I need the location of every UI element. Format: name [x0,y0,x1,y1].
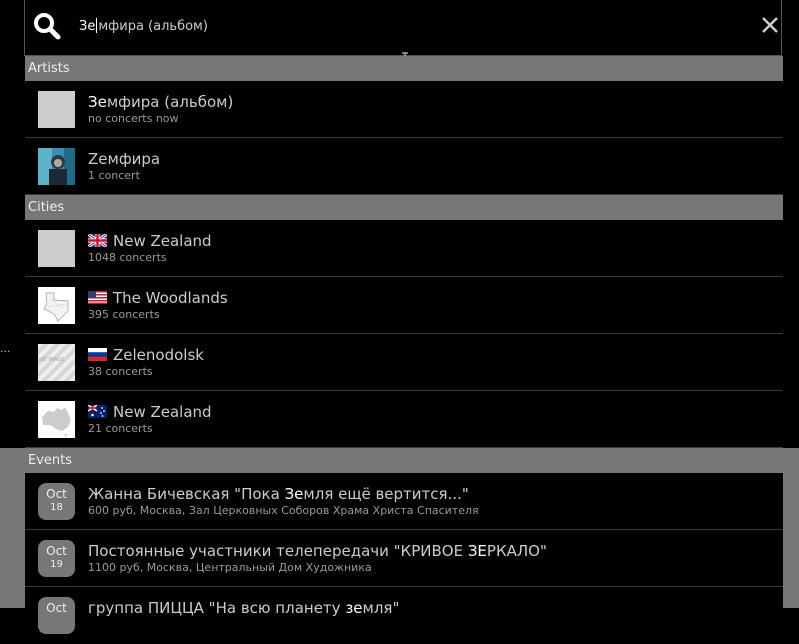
search-results-panel: Зе мфира (альбом) Artists Земфира (альбом… [24,0,783,634]
city-name: New Zealand [88,403,212,421]
city-row[interactable]: The Woodlands 395 concerts [25,277,783,334]
event-row[interactable]: Oct 18 Жанна Бичевская "Пока Земля ещё в… [25,473,783,530]
artist-concert-count: no concerts now [88,112,179,125]
texas-map-thumbnail [38,287,75,324]
section-header-events: Events [25,448,783,473]
artist-row[interactable]: Земфира (альбом) no concerts now [25,81,783,138]
ru-flag-icon [88,348,107,361]
search-icon[interactable] [33,12,61,40]
search-autocomplete-text: мфира (альбом) [98,19,208,34]
artist-thumbnail-placeholder [38,91,75,128]
event-title: Постоянные участники телепередачи "КРИВО… [88,542,547,560]
event-row[interactable]: Oct 19 Постоянные участники телепередачи… [25,530,783,587]
search-input[interactable]: Зе мфира (альбом) [79,18,208,34]
event-title: Жанна Бичевская "Пока Земля ещё вертится… [88,485,469,503]
close-icon[interactable] [759,14,781,36]
event-title: группа ПИЦЦА "На всю планету земля" [88,599,400,617]
event-details: 1100 руб, Москва, Центральный Дом Художн… [88,561,372,574]
background-glyph: ··· [0,345,11,358]
city-concert-count: 1048 concerts [88,251,167,264]
event-row[interactable]: Oct группа ПИЦЦА "На всю планету земля" [25,587,783,644]
artist-photo [38,148,75,185]
no-image-thumbnail: NO IMAGE [38,344,75,381]
section-header-cities: Cities [25,195,783,220]
australia-map-thumbnail [38,401,75,438]
search-typed-text: Зе [79,19,96,34]
page-backdrop-right [783,0,799,448]
city-name: New Zealand [88,232,212,250]
event-date-badge: Oct [38,597,75,634]
artist-row[interactable]: Zeмфира 1 concert [25,138,783,195]
city-row[interactable]: New Zealand 21 concerts [25,391,783,448]
city-name: The Woodlands [88,289,228,307]
city-row[interactable]: NO IMAGE Zelenodolsk 38 concerts [25,334,783,391]
no-image-label: NO IMAGE [39,357,65,363]
section-header-artists: Artists [25,56,783,81]
event-date-badge: Oct 19 [38,540,75,577]
city-name: Zelenodolsk [88,346,204,364]
event-details: 600 руб, Москва, Зал Церковных Соборов Х… [88,504,479,517]
event-date-badge: Oct 18 [38,483,75,520]
city-thumbnail-placeholder [38,230,75,267]
us-flag-icon [88,291,107,304]
artist-name: Земфира (альбом) [88,93,234,111]
page-backdrop-left [0,0,25,448]
city-concert-count: 21 concerts [88,422,153,435]
city-concert-count: 395 concerts [88,308,160,321]
search-bar: Зе мфира (альбом) [24,0,782,56]
au-flag-icon [88,405,107,418]
city-row[interactable]: New Zealand 1048 concerts [25,220,783,277]
gb-flag-icon [88,234,107,247]
city-concert-count: 38 concerts [88,365,153,378]
artist-name: Zeмфира [88,150,161,168]
artist-concert-count: 1 concert [88,169,140,182]
